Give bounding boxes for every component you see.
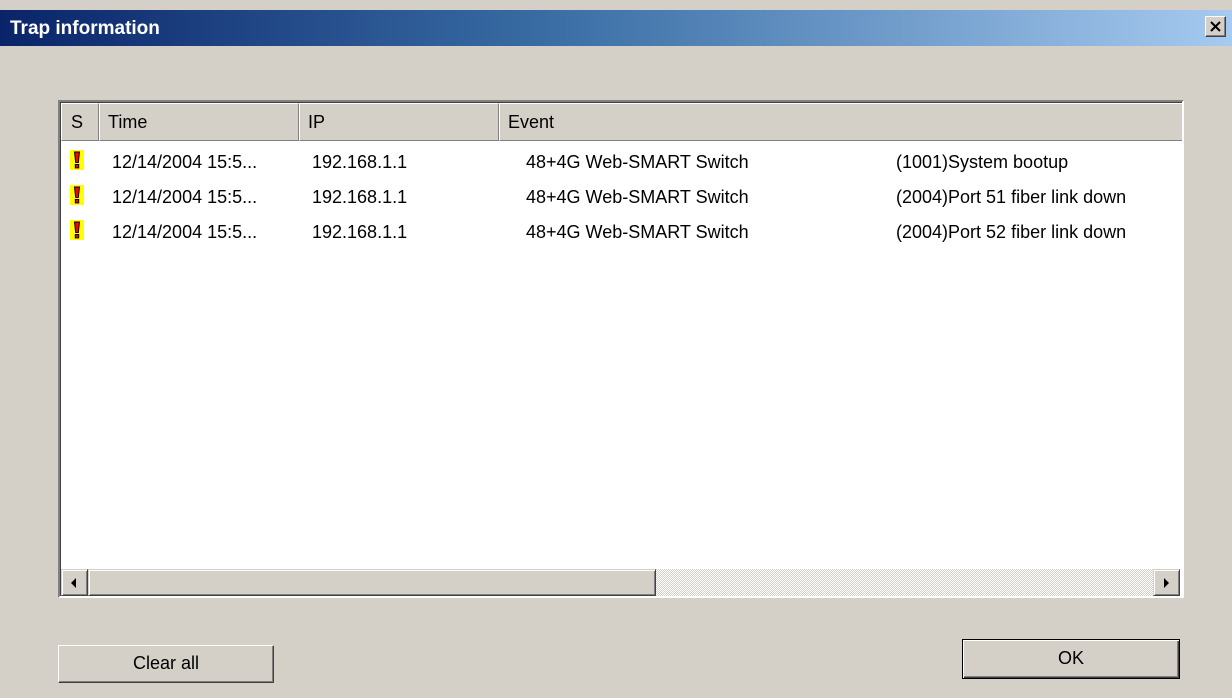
trap-information-dialog: Trap information S Time IP Event 12/14/2… [0, 0, 1232, 698]
warning-exclamation-icon [69, 219, 85, 241]
row-ip: 192.168.1.1 [312, 152, 408, 172]
ok-button[interactable]: OK [962, 639, 1180, 679]
clear-all-button[interactable]: Clear all [58, 645, 274, 683]
table-row[interactable]: 12/14/2004 15:5... 192.168.1.1 48+4G Web… [61, 213, 1182, 248]
row-message: (2004)Port 52 fiber link down [896, 222, 1127, 242]
column-header-row: S Time IP Event [61, 103, 1182, 141]
row-device: 48+4G Web-SMART Switch [526, 187, 749, 207]
arrow-left-icon [71, 578, 76, 588]
row-ip: 192.168.1.1 [312, 187, 408, 207]
column-header-event[interactable]: Event [499, 103, 1182, 141]
close-button[interactable] [1205, 16, 1226, 37]
row-ip: 192.168.1.1 [312, 222, 408, 242]
title-bar[interactable]: Trap information [0, 10, 1232, 46]
row-device: 48+4G Web-SMART Switch [526, 222, 749, 242]
row-device: 48+4G Web-SMART Switch [526, 152, 749, 172]
row-time: 12/14/2004 15:5... [112, 152, 258, 172]
scroll-left-button[interactable] [61, 569, 88, 596]
warning-exclamation-icon [69, 184, 85, 206]
row-time: 12/14/2004 15:5... [112, 187, 258, 207]
column-header-ip[interactable]: IP [299, 103, 499, 141]
row-message: (1001)System bootup [896, 152, 1069, 172]
column-header-severity[interactable]: S [61, 103, 99, 141]
column-header-time[interactable]: Time [99, 103, 299, 141]
arrow-right-icon [1164, 578, 1169, 588]
trap-rows: 12/14/2004 15:5... 192.168.1.1 48+4G Web… [61, 143, 1182, 248]
row-time: 12/14/2004 15:5... [112, 222, 258, 242]
warning-exclamation-icon [69, 149, 85, 171]
table-row[interactable]: 12/14/2004 15:5... 192.168.1.1 48+4G Web… [61, 143, 1182, 178]
window-title: Trap information [10, 18, 160, 39]
scroll-right-button[interactable] [1153, 569, 1180, 596]
scroll-thumb[interactable] [88, 569, 656, 596]
close-icon [1210, 21, 1221, 32]
horizontal-scrollbar[interactable] [61, 569, 1180, 596]
table-row[interactable]: 12/14/2004 15:5... 192.168.1.1 48+4G Web… [61, 178, 1182, 213]
trap-list[interactable]: S Time IP Event 12/14/2004 15:5... 192.1… [58, 100, 1184, 598]
row-message: (2004)Port 51 fiber link down [896, 187, 1127, 207]
